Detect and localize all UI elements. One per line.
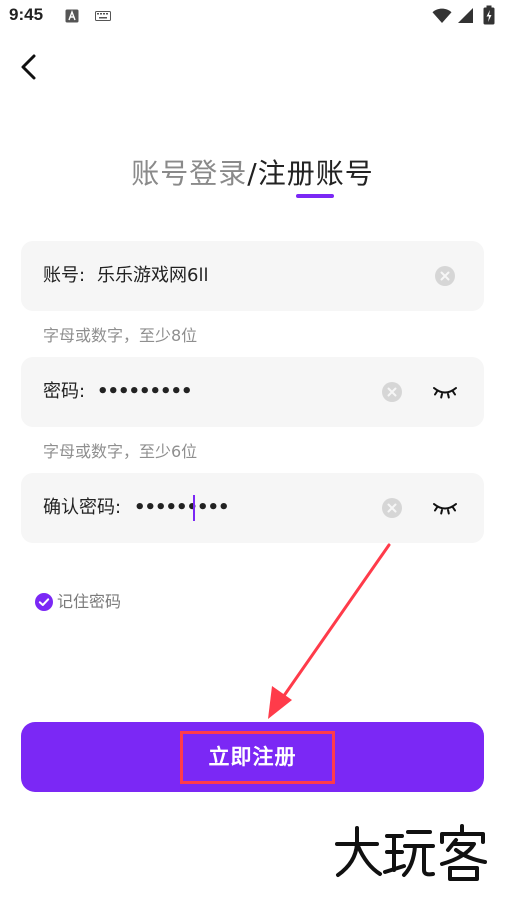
confirm-password-label: 确认密码: bbox=[43, 497, 122, 518]
toggle-confirm-password-visibility-button[interactable] bbox=[432, 496, 458, 518]
clear-password-button[interactable] bbox=[382, 382, 402, 402]
password-hint: 字母或数字，至少6位 bbox=[43, 442, 198, 461]
status-time: 9:45 bbox=[9, 5, 44, 24]
page-title: 账号登录/注册账号 bbox=[0, 152, 505, 192]
tab-login[interactable]: 账号登录 bbox=[131, 157, 247, 190]
register-button-label: 立即注册 bbox=[208, 745, 297, 769]
password-label: 密码: bbox=[43, 381, 86, 402]
chevron-left-icon bbox=[21, 54, 36, 80]
toggle-password-visibility-button[interactable] bbox=[432, 380, 458, 402]
keyboard-a-icon bbox=[65, 9, 79, 23]
wifi-icon bbox=[432, 8, 452, 23]
clear-account-button[interactable] bbox=[435, 266, 455, 286]
password-input[interactable]: ••••••••• bbox=[97, 357, 193, 427]
confirm-password-field[interactable]: 确认密码: ••••••••• bbox=[21, 473, 484, 543]
eye-closed-icon bbox=[433, 387, 457, 399]
account-label: 账号: bbox=[43, 265, 86, 286]
active-tab-indicator bbox=[296, 194, 334, 198]
keyboard-icon bbox=[95, 11, 111, 21]
remember-password-label: 记住密码 bbox=[57, 592, 122, 611]
text-caret bbox=[193, 495, 195, 521]
register-screen: 9:45 账号登录/注册账号 账号: 乐乐游戏网6ll 字母或数字，至少8位 密… bbox=[0, 0, 505, 899]
check-circle-icon bbox=[35, 593, 53, 611]
title-separator: / bbox=[247, 157, 258, 190]
battery-charging-icon bbox=[483, 5, 495, 25]
status-bar: 9:45 bbox=[0, 0, 505, 34]
watermark-logo bbox=[335, 824, 487, 881]
signal-icon bbox=[458, 8, 473, 23]
clear-confirm-password-button[interactable] bbox=[382, 498, 402, 518]
tab-register[interactable]: 注册账号 bbox=[258, 157, 374, 190]
password-field[interactable]: 密码: ••••••••• bbox=[21, 357, 484, 427]
confirm-password-input[interactable]: ••••••••• bbox=[134, 473, 230, 543]
register-button[interactable]: 立即注册 bbox=[21, 722, 484, 792]
eye-closed-icon bbox=[433, 503, 457, 515]
account-hint: 字母或数字，至少8位 bbox=[43, 326, 198, 345]
account-field[interactable]: 账号: 乐乐游戏网6ll bbox=[21, 241, 484, 311]
back-button[interactable] bbox=[12, 50, 46, 84]
account-input[interactable]: 乐乐游戏网6ll bbox=[97, 241, 208, 311]
